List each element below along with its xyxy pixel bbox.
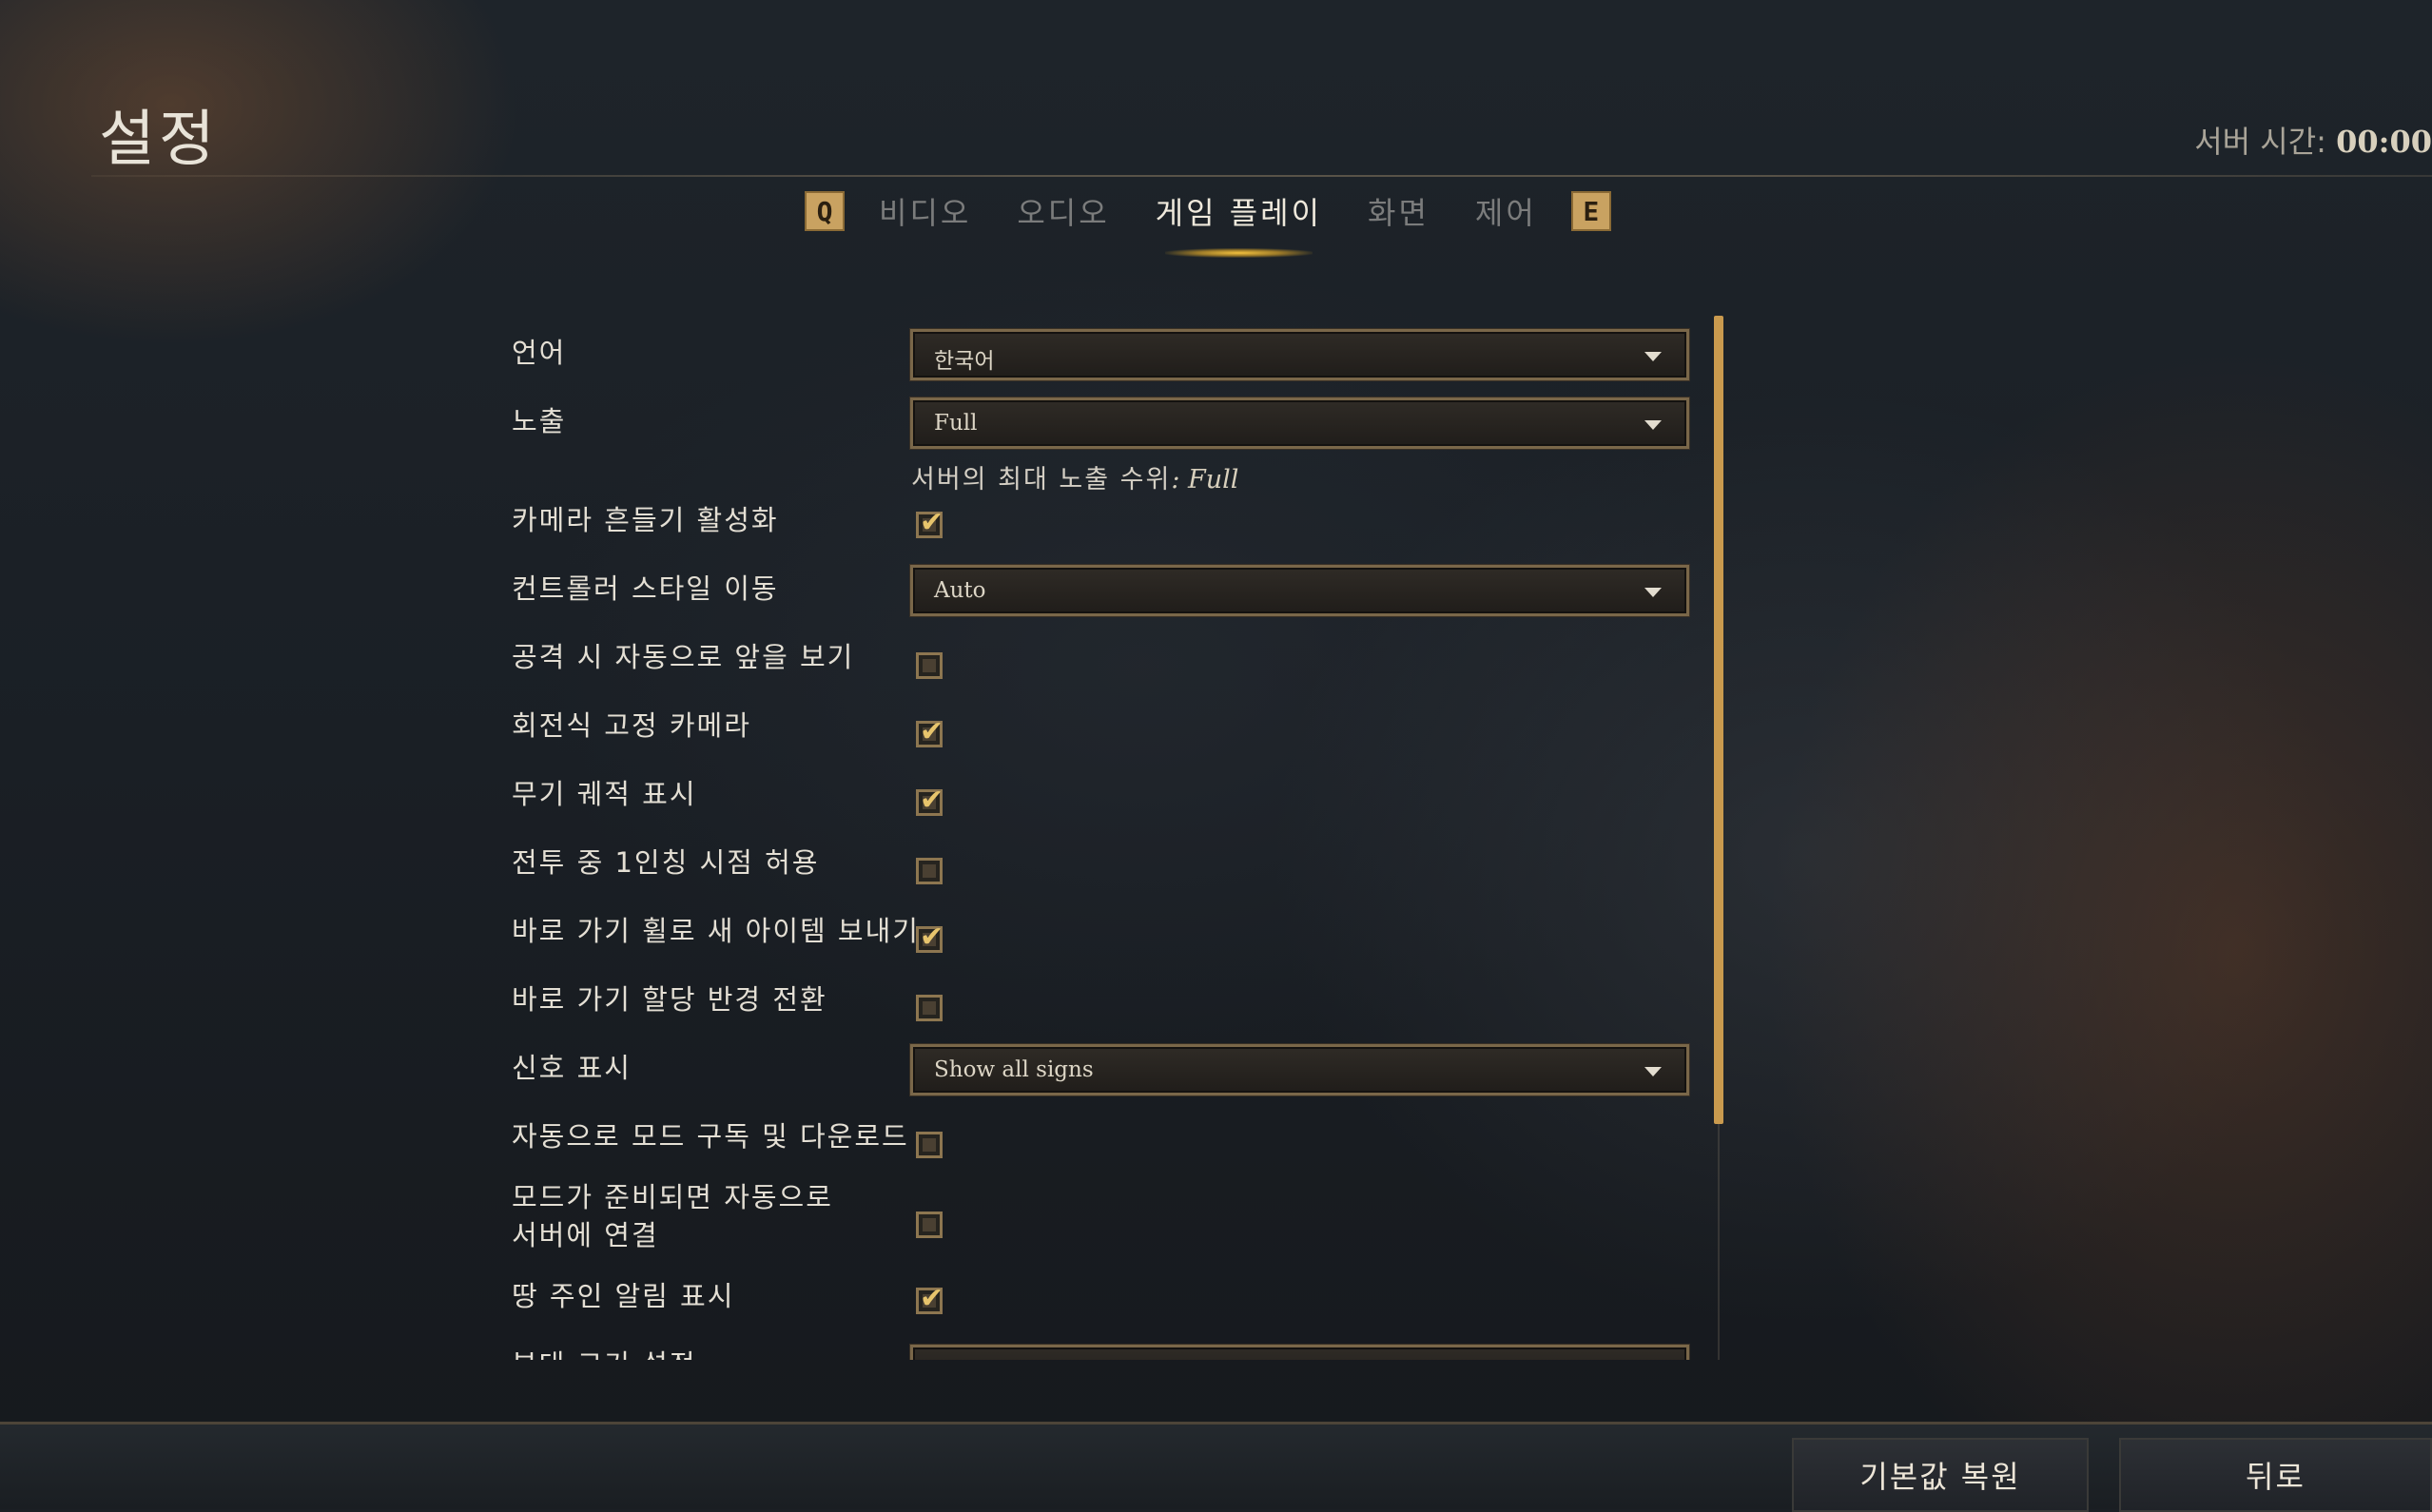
setting-label: 모드가 준비되면 자동으로 <box>512 1181 833 1213</box>
checkbox-fill <box>923 1001 936 1015</box>
setting-label: 노출 <box>512 405 567 437</box>
auto-mods-checkbox[interactable] <box>916 1132 943 1158</box>
setting-label: 회전식 고정 카메라 <box>512 709 751 742</box>
hotbar-mirror-checkbox[interactable] <box>916 995 943 1021</box>
checkmark-icon: ✔ <box>920 506 944 539</box>
camera-shake-checkbox[interactable]: ✔ <box>916 506 944 539</box>
dropdown-value: Show all signs <box>934 1057 1094 1082</box>
signs-dropdown[interactable]: Show all signs <box>910 1044 1689 1095</box>
language-dropdown[interactable]: 한국어 <box>910 329 1689 380</box>
setting-label: 바로 가기 휠로 새 아이템 보내기 <box>512 915 920 947</box>
setting-label: 무기 궤적 표시 <box>512 778 697 810</box>
checkmark-icon: ✔ <box>920 784 944 817</box>
chevron-down-icon <box>1644 420 1662 430</box>
landlord-notify-checkbox[interactable]: ✔ <box>916 1282 944 1315</box>
back-button[interactable]: 뒤로 <box>2119 1438 2432 1512</box>
setting-label: 언어 <box>512 337 567 369</box>
weapon-trails-checkbox[interactable]: ✔ <box>916 784 944 817</box>
restore-defaults-button[interactable]: 기본값 복원 <box>1792 1438 2089 1512</box>
hotbar-new-items-checkbox[interactable]: ✔ <box>916 921 944 954</box>
chevron-down-icon <box>1644 352 1662 361</box>
rotating-camera-checkbox[interactable]: ✔ <box>916 715 944 748</box>
prev-tab-key[interactable]: Q <box>805 191 845 231</box>
page-title: 설정 <box>99 105 219 175</box>
tab-bar: Q 비디오 오디오 게임 플레이 화면 제어 E <box>805 183 1611 258</box>
next-tab-key[interactable]: E <box>1570 191 1611 231</box>
setting-label: 부대 크기 설정 <box>512 1345 697 1360</box>
setting-label: 땅 주인 알림 표시 <box>512 1280 735 1312</box>
tab-gameplay[interactable]: 게임 플레이 <box>1156 189 1322 258</box>
header-divider <box>91 175 2432 177</box>
checkbox-fill <box>923 864 936 878</box>
tab-video[interactable]: 비디오 <box>879 189 971 233</box>
setting-label: 카메라 흔들기 활성화 <box>512 504 779 536</box>
tab-audio[interactable]: 오디오 <box>1017 189 1109 233</box>
exposure-note: 서버의 최대 노출 수위: Full <box>911 458 1238 495</box>
chevron-down-icon <box>1644 1067 1662 1076</box>
checkmark-icon: ✔ <box>920 715 944 748</box>
partial-dropdown[interactable] <box>910 1345 1689 1360</box>
setting-label: 바로 가기 할당 반경 전환 <box>512 983 827 1016</box>
setting-label: 신호 표시 <box>512 1052 632 1084</box>
exposure-note-label: 서버의 최대 노출 수위 <box>911 465 1172 494</box>
server-time-label: 서버 시간: <box>2194 124 2326 160</box>
checkmark-icon: ✔ <box>920 1282 944 1315</box>
dropdown-value: Full <box>934 411 978 436</box>
chevron-down-icon <box>1644 588 1662 597</box>
setting-label-line2: 서버에 연결 <box>512 1219 659 1251</box>
checkbox-fill <box>923 1138 936 1152</box>
setting-label: 자동으로 모드 구독 및 다운로드 <box>512 1120 909 1153</box>
auto-face-attack-checkbox[interactable] <box>916 652 943 679</box>
exposure-dropdown[interactable]: Full <box>910 397 1689 449</box>
checkmark-icon: ✔ <box>920 921 944 954</box>
setting-label: 공격 시 자동으로 앞을 보기 <box>512 641 855 673</box>
settings-list[interactable]: 언어 한국어 노출 Full 서버의 최대 노출 수위: Full 카메라 흔들… <box>495 316 1712 1360</box>
dropdown-value: 한국어 <box>934 349 995 374</box>
auto-connect-checkbox[interactable] <box>916 1212 943 1238</box>
setting-label: 전투 중 1인칭 시점 허용 <box>512 846 820 879</box>
server-time: 서버 시간: 00:00 <box>2194 118 2432 162</box>
controller-move-dropdown[interactable]: Auto <box>910 565 1689 616</box>
first-person-combat-checkbox[interactable] <box>916 858 943 884</box>
scrollbar-thumb[interactable] <box>1714 316 1723 1124</box>
footer-bar: 기본값 복원 뒤로 <box>0 1422 2432 1512</box>
server-time-value: 00:00 <box>2336 124 2432 160</box>
setting-label: 컨트롤러 스타일 이동 <box>512 572 779 605</box>
tab-controls[interactable]: 제어 <box>1475 189 1537 233</box>
checkbox-fill <box>923 659 936 672</box>
dropdown-value: Auto <box>934 578 986 603</box>
checkbox-fill <box>923 1218 936 1231</box>
tab-display[interactable]: 화면 <box>1368 189 1430 233</box>
exposure-note-value: : Full <box>1171 465 1239 494</box>
